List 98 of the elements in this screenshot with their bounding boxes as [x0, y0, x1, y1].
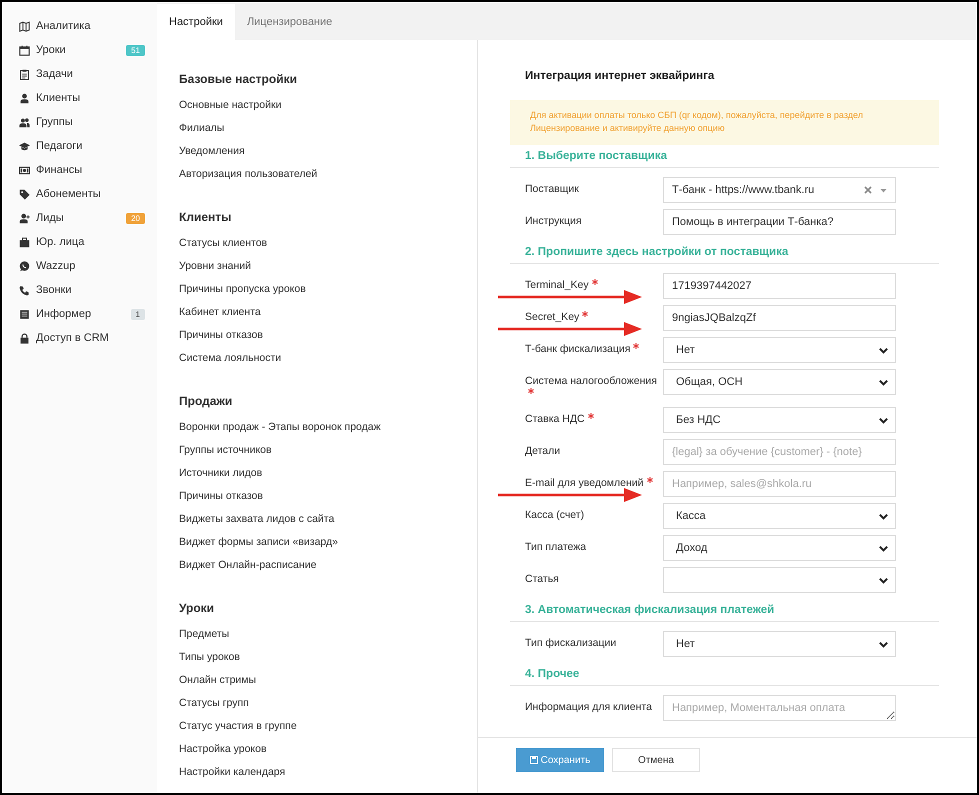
alert-text: Для активации оплаты только СБП (qr кодом), пожалуйста, перейдите в раздел Лицензирование и активируйте данную опцию: [530, 109, 864, 135]
graduation-cap-icon: [19, 140, 30, 152]
settings-link[interactable]: Статус участия в группе: [179, 720, 297, 732]
field-label: Т-банк фискализация: [525, 337, 663, 363]
sidebar-item[interactable]: Аналитика: [2, 14, 157, 38]
section-heading: Базовые настройки: [179, 71, 298, 88]
section-heading: Клиенты: [179, 209, 232, 226]
form-title: Интеграция интернет эквайринга: [524, 69, 716, 84]
settings-link[interactable]: Виджеты захвата лидов с сайта: [179, 513, 334, 525]
clipboard-icon: [19, 68, 30, 80]
field-label: E-mail для уведомлений: [525, 471, 663, 497]
select-field[interactable]: Общая, ОСН: [663, 369, 896, 395]
input-field[interactable]: 9ngiasJQBalzqZf: [663, 305, 896, 331]
section-heading: Продажи: [179, 393, 234, 410]
text-area[interactable]: Например, Моментальная оплата: [663, 695, 896, 721]
section-heading: Уроки: [179, 600, 216, 617]
settings-link[interactable]: Филиалы: [179, 122, 224, 134]
select-field[interactable]: Без НДС: [663, 407, 896, 433]
settings-link[interactable]: Группы источников: [179, 444, 272, 456]
section-heading: 2. Пропишите здесь настройки от поставщика: [525, 246, 788, 258]
select-field[interactable]: Т-банк - https://www.tbank.ru: [663, 177, 896, 203]
settings-link[interactable]: Авторизация пользователей: [179, 168, 318, 180]
input-field[interactable]: Например, sales@shkola.ru: [663, 471, 896, 497]
sidebar-item[interactable]: Доступ в CRM: [2, 326, 157, 350]
sidebar-item[interactable]: Звонки: [2, 278, 157, 302]
settings-link[interactable]: Воронки продаж - Этапы воронок продаж: [179, 421, 381, 433]
field-label: Детали: [525, 444, 562, 459]
input-field[interactable]: Помощь в интеграции Т-банка?: [663, 209, 896, 235]
tab[interactable]: Настройки: [157, 4, 235, 40]
input-field[interactable]: {legal} за обучение {customer} - {note}: [663, 439, 896, 465]
select-field[interactable]: Нет: [663, 337, 896, 363]
briefcase-icon: [19, 236, 30, 248]
sidebar-item[interactable]: Группы: [2, 110, 157, 134]
settings-link[interactable]: Система лояльности: [179, 352, 282, 364]
sidebar-item[interactable]: Задачи: [2, 62, 157, 86]
field-label: Terminal_Key: [525, 273, 663, 299]
chat-bubble-icon: [19, 260, 30, 272]
field-label: Ставка НДС: [525, 407, 663, 433]
newspaper-icon: [19, 308, 30, 320]
map-icon: [19, 20, 30, 32]
sidebar-item[interactable]: Абонементы: [2, 182, 157, 206]
select-field[interactable]: Доход: [663, 535, 896, 561]
caret-icon: [880, 188, 887, 192]
sidebar-item[interactable]: Лиды 20: [2, 206, 157, 230]
settings-link[interactable]: Уровни знаний: [179, 260, 252, 272]
field-label: Поставщик: [525, 182, 580, 197]
select-field[interactable]: Нет: [663, 631, 896, 657]
field-label: Система налогообложения: [525, 369, 663, 401]
field-label: Secret_Key: [525, 305, 663, 331]
count-badge: 1: [130, 308, 145, 320]
settings-link[interactable]: Причины отказов: [179, 329, 263, 341]
count-badge: 51: [126, 44, 145, 56]
settings-link[interactable]: Виджет Онлайн-расписание: [179, 559, 316, 571]
input-field[interactable]: 1719397442027: [663, 273, 896, 299]
settings-link[interactable]: Причины отказов: [179, 490, 263, 502]
settings-link[interactable]: Онлайн стримы: [179, 674, 256, 686]
count-badge: 20: [126, 212, 145, 224]
field-label: Тип фискализации: [525, 636, 618, 651]
user-plus-icon: [19, 212, 30, 224]
banknote-icon: [19, 164, 30, 176]
sidebar-item[interactable]: Уроки 51: [2, 38, 157, 62]
field-label: Информация для клиента: [525, 700, 653, 715]
field-label: Статья: [525, 572, 560, 587]
settings-link[interactable]: Причины пропуска уроков: [179, 283, 306, 295]
sidebar-item[interactable]: Информер 1: [2, 302, 157, 326]
clear-icon[interactable]: [864, 186, 872, 194]
settings-link[interactable]: Основные настройки: [179, 99, 282, 111]
calendar-icon: [19, 44, 30, 56]
settings-link[interactable]: Кабинет клиента: [179, 306, 261, 318]
settings-link[interactable]: Виджет формы записи «визард»: [179, 536, 338, 548]
user-icon: [19, 92, 30, 104]
sidebar-item[interactable]: Клиенты: [2, 86, 157, 110]
section-heading: 3. Автоматическая фискализация платежей: [525, 604, 774, 616]
settings-link[interactable]: Уведомления: [179, 145, 245, 157]
select-field[interactable]: [663, 567, 896, 593]
sidebar-item[interactable]: Юр. лица: [2, 230, 157, 254]
field-label: Тип платежа: [525, 540, 588, 555]
sidebar-item[interactable]: Педагоги: [2, 134, 157, 158]
settings-link[interactable]: Предметы: [179, 628, 230, 640]
settings-link[interactable]: Источники лидов: [179, 467, 262, 479]
tab[interactable]: Лицензирование: [234, 4, 344, 40]
settings-link[interactable]: Статусы клиентов: [179, 237, 268, 249]
phone-icon: [19, 284, 30, 296]
settings-link[interactable]: Статусы групп: [179, 697, 249, 709]
settings-link[interactable]: Настройка уроков: [179, 743, 267, 755]
select-field[interactable]: Касса: [663, 503, 896, 529]
users-icon: [19, 116, 30, 128]
sidebar-item[interactable]: Wazzup: [2, 254, 157, 278]
section-heading: 4. Прочее: [525, 668, 580, 680]
section-heading: 1. Выберите поставщика: [525, 150, 667, 162]
settings-link[interactable]: Настройки календаря: [179, 766, 286, 778]
field-label: Касса (счет): [525, 508, 586, 523]
lock-icon: [19, 332, 30, 344]
field-label: Инструкция: [525, 214, 583, 229]
tag-icon: [19, 188, 30, 200]
sidebar-item[interactable]: Финансы: [2, 158, 157, 182]
cancel-button[interactable]: Отмена: [612, 748, 700, 772]
settings-link[interactable]: Типы уроков: [179, 651, 240, 663]
